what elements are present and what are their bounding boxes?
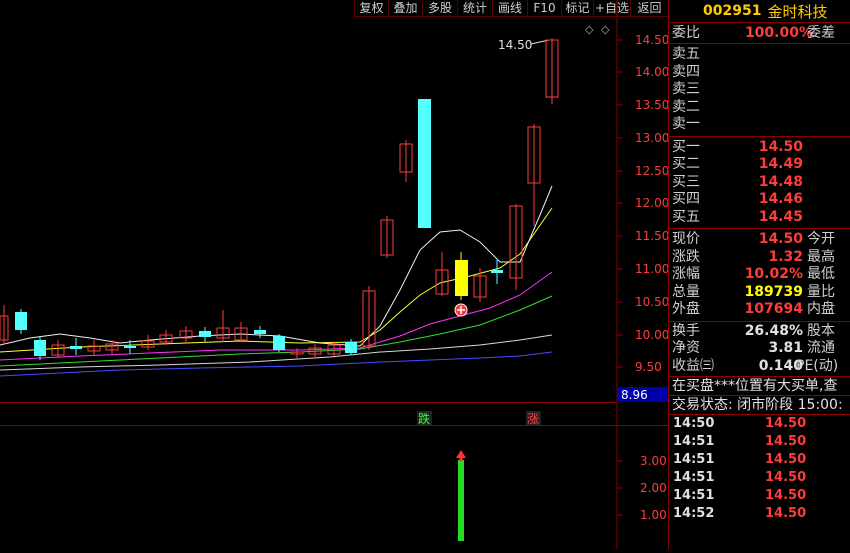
sell-level: 卖一 [672, 116, 700, 132]
chart-toolbar: 复权 叠加 多股 统计 画线 F10 标记 +自选 返回 [354, 0, 668, 18]
stat-row: 收益㈢ 0.140 PE(动) [672, 357, 839, 374]
buy-level: 买二 14.49 [672, 156, 803, 172]
multi-stock-button[interactable]: 多股 [422, 0, 457, 17]
price-label: 14.50 [635, 33, 668, 47]
kline-chart-area[interactable]: 14.50 14.00 13.50 13.00 12.50 12.00 11.5… [0, 0, 669, 549]
sub-axis-label: 3.00 [640, 454, 667, 468]
buy-level: 买四 14.46 [672, 191, 803, 207]
current-price-tag-text: 8.96 [621, 388, 648, 402]
trade-row: 14:51 14.50 [673, 488, 807, 503]
stat-row: 总量 189739 量比 [672, 283, 835, 300]
price-label: 13.00 [635, 131, 668, 145]
sell-level: 卖三 [672, 81, 700, 97]
weibi-row: 委比 100.00% 委差 [669, 23, 850, 44]
sell-level: 卖五 [672, 46, 700, 62]
price-label: 12.50 [635, 164, 668, 178]
sell-orders: 卖五 卖四 卖三 卖二 卖一 [669, 44, 850, 137]
sell-level: 卖二 [672, 98, 700, 115]
trade-row: 14:50 14.50 [673, 416, 807, 431]
stat-row: 外盘 107694 内盘 [672, 301, 835, 317]
trade-row: 14:52 14.50 [673, 506, 807, 521]
quote-stats: 现价 14.50 今开 涨跌 1.32 最高 涨幅 10.02% 最低 总量 189739 量比… [669, 229, 850, 322]
sub-axis-label: 2.00 [640, 481, 667, 495]
stat-row: 现价 14.50 今开 [672, 231, 835, 247]
signal-bar [458, 460, 464, 541]
stat-row: 涨跌 1.32 最高 [672, 248, 835, 265]
diamond-icon: ◇ [601, 23, 610, 36]
draw-line-button[interactable]: 画线 [492, 0, 527, 17]
trade-row: 14:51 14.50 [673, 470, 807, 485]
news-ticker[interactable]: 在买盘***位置有大买单,查 [669, 377, 850, 396]
trade-status: 交易状态: 闭市阶段 15:00: [669, 396, 850, 415]
stock-code: 002951 [703, 3, 762, 19]
statistics-button[interactable]: 统计 [457, 0, 492, 17]
sub-axis-label: 1.00 [640, 508, 667, 522]
stat-row: 涨幅 10.02% 最低 [672, 266, 835, 282]
trade-list: 14:50 14.50 14:51 14.50 14:51 14.50 14:51 14… [669, 415, 850, 523]
price-axis [617, 39, 623, 368]
price-label: 10.50 [635, 295, 668, 309]
buy-orders: 买一 14.50 买二 14.49 买三 14.48 买四 14.46 买五 14.45 [669, 137, 850, 229]
stock-name: 金时科技 [767, 2, 828, 21]
zhang-signal: 涨 [527, 411, 539, 426]
add-favorite-button[interactable]: +自选 [593, 0, 630, 17]
price-label: 13.50 [635, 98, 668, 112]
ma-line-white [0, 185, 553, 347]
back-button[interactable]: 返回 [630, 0, 668, 17]
stat-row: 净资 3.81 流通 [672, 340, 835, 356]
diamond-icon: ◇ [585, 23, 594, 36]
stat-row: 换手 26.48% 股本 [672, 322, 835, 339]
die-signal: 跌 [418, 411, 430, 426]
price-label: 14.00 [635, 65, 668, 79]
buy-level: 买三 14.48 [672, 173, 803, 190]
sell-level: 卖四 [672, 63, 700, 80]
stock-header: 002951 金时科技 [669, 0, 850, 23]
f10-button[interactable]: F10 [527, 0, 561, 17]
fuquan-button[interactable]: 复权 [354, 0, 388, 17]
fundamental-stats: 换手 26.48% 股本 净资 3.81 流通 收益㈢ 0.140 PE(动) [669, 322, 850, 377]
buy-level: 买一 14.50 [672, 138, 803, 155]
ma-line-yellow [0, 207, 553, 353]
overlay-button[interactable]: 叠加 [388, 0, 422, 17]
price-label: 11.50 [635, 229, 668, 243]
trade-row: 14:51 14.50 [673, 434, 807, 449]
kline-chart: 14.50 14.00 13.50 13.00 12.50 12.00 11.5… [0, 0, 669, 549]
price-label: 10.00 [635, 328, 668, 342]
buy-level: 买五 14.45 [672, 208, 803, 225]
max-price-label: 14.50 [498, 38, 532, 52]
price-label: 9.50 [635, 360, 662, 374]
price-label: 11.00 [635, 262, 668, 276]
trade-row: 14:51 14.50 [673, 452, 807, 467]
mark-button[interactable]: 标记 [561, 0, 593, 17]
quote-panel: 002951 金时科技 委比 100.00% 委差 卖五 卖四 卖三 卖二 卖一… [668, 0, 850, 549]
price-label: 12.00 [635, 196, 668, 210]
